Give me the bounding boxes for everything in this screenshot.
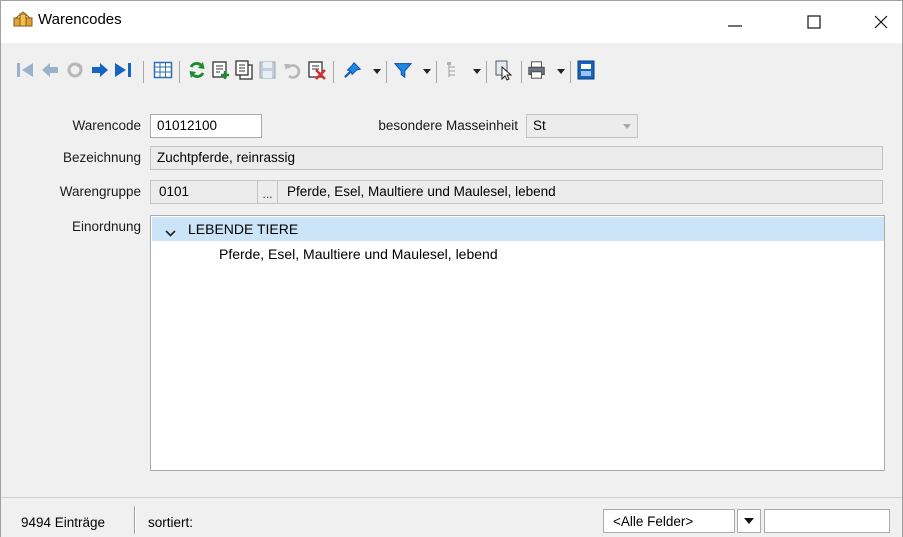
toolbar-separator xyxy=(521,61,522,83)
warengruppe-group: 0101 ... Pferde, Esel, Maultiere und Mau… xyxy=(150,180,883,204)
toolbar-separator xyxy=(386,61,387,83)
masseinheit-value: St xyxy=(533,118,546,133)
reload-icon[interactable] xyxy=(187,60,207,80)
search-field-dropdown-button[interactable] xyxy=(737,509,761,533)
table-view-icon[interactable] xyxy=(153,60,173,80)
search-input[interactable] xyxy=(764,509,890,533)
toolbar-separator xyxy=(436,61,437,83)
new-record-icon[interactable] xyxy=(211,60,231,80)
warehouse-icon xyxy=(13,11,33,29)
tree-node-label: LEBENDE TIERE xyxy=(188,221,299,237)
tree-dropdown-arrow[interactable] xyxy=(473,69,481,74)
tree-node-lebende-tiere[interactable]: LEBENDE TIERE xyxy=(152,217,884,241)
toolbar-separator xyxy=(486,61,487,83)
copy-record-icon[interactable] xyxy=(234,60,254,80)
pin-dropdown-arrow[interactable] xyxy=(373,69,381,74)
print-dropdown-arrow[interactable] xyxy=(557,69,565,74)
tree-icon[interactable] xyxy=(443,60,463,80)
masseinheit-label: besondere Masseinheit xyxy=(378,118,518,133)
minimize-button[interactable] xyxy=(712,1,758,43)
print-icon[interactable] xyxy=(527,60,547,80)
toolbar xyxy=(1,53,902,87)
pin-icon[interactable] xyxy=(343,60,363,80)
status-separator xyxy=(134,506,136,534)
window-title: Warencodes xyxy=(38,11,122,28)
delete-icon[interactable] xyxy=(307,60,327,80)
bezeichnung-label: Bezeichnung xyxy=(62,150,141,165)
toolbar-separator xyxy=(143,61,144,83)
toolbar-separator xyxy=(570,61,571,83)
undo-icon[interactable] xyxy=(282,60,302,80)
previous-record-icon[interactable] xyxy=(40,60,60,80)
tree-node-pferde[interactable]: Pferde, Esel, Maultiere und Maulesel, le… xyxy=(219,246,498,262)
chevron-down-icon[interactable] xyxy=(165,225,176,240)
filter-dropdown-arrow[interactable] xyxy=(423,69,431,74)
warengruppe-label: Warengruppe xyxy=(59,184,141,199)
next-record-icon[interactable] xyxy=(90,60,110,80)
warengruppe-text: Pferde, Esel, Maultiere und Maulesel, le… xyxy=(287,184,556,199)
toolbar-separator xyxy=(333,61,334,83)
first-record-icon[interactable] xyxy=(15,60,35,80)
save-icon[interactable] xyxy=(258,60,278,80)
filter-icon[interactable] xyxy=(393,60,413,80)
export-icon[interactable] xyxy=(576,60,596,80)
toolbar-separator xyxy=(179,61,180,83)
warencode-label: Warencode xyxy=(72,118,141,133)
sort-status: sortiert: xyxy=(148,515,194,530)
chevron-down-icon xyxy=(623,124,631,129)
record-count: 9494 Einträge xyxy=(21,515,106,530)
title-bar: Warencodes xyxy=(1,1,902,43)
warencodes-window: Warencodes Warencode 01012100 besondere … xyxy=(0,0,903,537)
maximize-button[interactable] xyxy=(791,1,837,43)
refresh-disabled-icon[interactable] xyxy=(65,60,85,80)
last-record-icon[interactable] xyxy=(113,60,133,80)
cursor-icon[interactable] xyxy=(493,60,513,81)
einordnung-label: Einordnung xyxy=(71,219,141,234)
search-field-value: <Alle Felder> xyxy=(613,514,694,529)
masseinheit-select[interactable]: St xyxy=(526,114,638,138)
warengruppe-code[interactable]: 0101 xyxy=(159,184,189,199)
chevron-down-icon xyxy=(744,518,754,524)
bezeichnung-field[interactable]: Zuchtpferde, reinrassig xyxy=(150,146,883,170)
close-button[interactable] xyxy=(858,1,903,43)
search-field-combo[interactable]: <Alle Felder> xyxy=(603,509,735,533)
warencode-field[interactable]: 01012100 xyxy=(150,114,262,138)
warengruppe-browse-button[interactable]: ... xyxy=(257,181,278,203)
einordnung-tree[interactable]: LEBENDE TIERE Pferde, Esel, Maultiere un… xyxy=(150,215,885,471)
